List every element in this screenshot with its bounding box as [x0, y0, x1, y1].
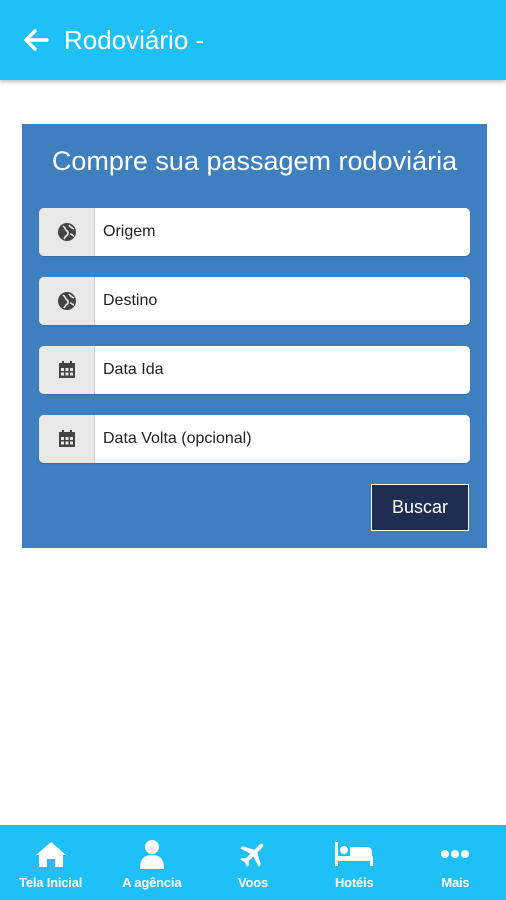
back-button[interactable] — [18, 22, 54, 58]
user-icon — [139, 840, 164, 869]
destination-field — [39, 277, 470, 325]
nav-item-more[interactable]: Mais — [405, 825, 506, 900]
plane-icon — [240, 843, 264, 867]
nav-label-hotels: Hotéis — [334, 875, 374, 890]
destination-addon — [39, 277, 95, 325]
search-card: Compre sua passagem rodoviária Origem De… — [22, 124, 487, 548]
app-screen: Rodoviário - Compre sua passagem rodoviá… — [0, 0, 506, 900]
calendar-icon — [58, 361, 75, 378]
nav-item-flights[interactable]: Voos — [202, 825, 303, 900]
nav-label-more: Mais — [441, 875, 470, 890]
return-date-field — [39, 415, 470, 463]
departure-date-field — [39, 346, 470, 394]
calendar-icon — [58, 430, 75, 447]
globe-icon — [57, 292, 76, 310]
nav-item-agency[interactable]: A agência — [101, 825, 202, 900]
departure-date-addon — [39, 346, 95, 394]
page-title: Rodoviário - — [64, 24, 205, 55]
home-icon — [35, 842, 66, 867]
bed-icon — [335, 842, 374, 866]
arrow-left-icon — [24, 29, 49, 51]
destination-input[interactable] — [95, 277, 470, 325]
departure-date-input[interactable] — [95, 346, 470, 394]
nav-label-flights: Voos — [237, 875, 269, 890]
origin-input[interactable] — [95, 208, 470, 256]
nav-item-home[interactable]: Tela Inicial — [0, 825, 101, 900]
search-heading: Compre sua passagem rodoviária — [51, 146, 458, 176]
bottom-nav: Tela Inicial A agência Voos Hotéis Mais — [0, 825, 506, 900]
more-icon — [441, 850, 470, 858]
nav-label-home: Tela Inicial — [19, 875, 83, 890]
return-date-input[interactable] — [95, 415, 470, 463]
globe-icon — [57, 223, 76, 241]
app-bar: Rodoviário - — [0, 0, 506, 80]
return-date-addon — [39, 415, 95, 463]
origin-field — [39, 208, 470, 256]
nav-item-hotels[interactable]: Hotéis — [304, 825, 405, 900]
search-button[interactable]: Buscar — [371, 484, 469, 531]
nav-label-agency: A agência — [122, 875, 182, 890]
origin-addon — [39, 208, 95, 256]
